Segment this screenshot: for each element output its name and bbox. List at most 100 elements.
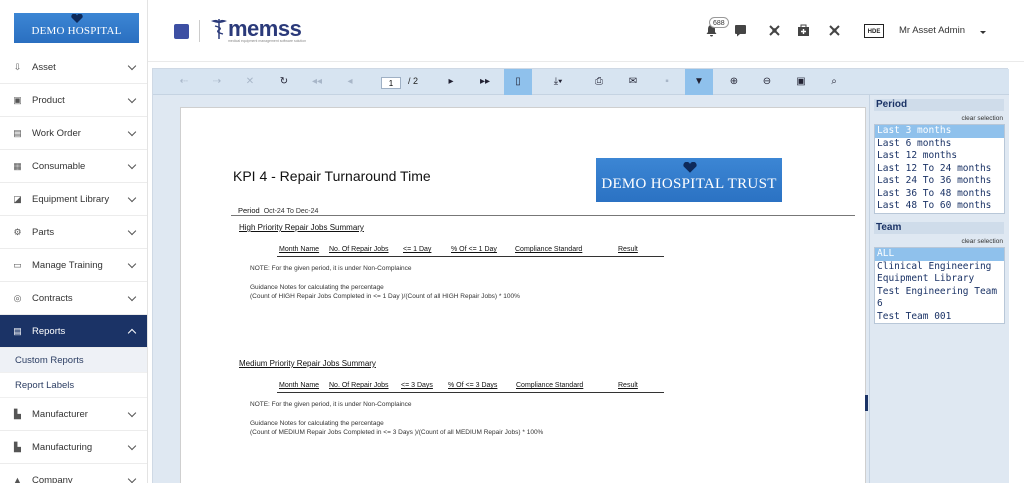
period-option[interactable]: Last 36 To 48 months xyxy=(875,188,1004,201)
chevron-down-icon[interactable] xyxy=(127,226,137,236)
column-header: <= 1 Day xyxy=(403,246,432,253)
search-icon[interactable]: ⌕ xyxy=(825,73,843,91)
email-icon[interactable]: ✉ xyxy=(624,73,642,91)
sidebar-item-manufacturing[interactable]: ▙ Manufacturing xyxy=(0,431,147,464)
sidebar-item-label: Manufacturer xyxy=(32,408,88,420)
chevron-down-icon[interactable] xyxy=(127,193,137,203)
settings-tools-icon[interactable] xyxy=(827,24,841,38)
sidebar-item-label: Company xyxy=(32,474,73,483)
table-rule xyxy=(277,256,664,257)
column-header: Month Name xyxy=(279,382,320,389)
report-title: KPI 4 - Repair Turnaround Time xyxy=(233,168,431,184)
user-name[interactable]: Mr Asset Admin xyxy=(899,25,965,36)
chevron-down-icon[interactable] xyxy=(127,160,137,170)
period-option[interactable]: Last 48 To 60 months xyxy=(875,200,1004,213)
first-page-icon[interactable]: ◂◂ xyxy=(308,73,326,91)
team-option[interactable]: Test Engineering Team xyxy=(875,286,1004,299)
asset-icon: ⇩ xyxy=(13,61,22,72)
high-guidance-formula: (Count of HIGH Repair Jobs Completed in … xyxy=(250,293,520,300)
caduceus-icon xyxy=(211,19,227,39)
fit-page-icon[interactable]: ▣ xyxy=(792,73,810,91)
medium-priority-title: Medium Priority Repair Jobs Summary xyxy=(239,359,376,368)
sidebar-item-parts[interactable]: ⚙ Parts xyxy=(0,216,147,249)
hospital-logo[interactable]: DEMO HOSPITAL TRUST xyxy=(14,13,139,73)
team-listbox: ALL Clinical Engineering Equipment Library… xyxy=(874,247,1005,324)
sidebar-item-work-order[interactable]: ▤ Work Order xyxy=(0,117,147,150)
sidebar-item-equipment-library[interactable]: ◪ Equipment Library xyxy=(0,183,147,216)
period-label: Period xyxy=(238,206,260,215)
sidebar-subitem-custom-reports[interactable]: Custom Reports xyxy=(0,348,147,373)
sidebar-item-asset[interactable]: ⇩ Asset xyxy=(0,51,147,84)
menu-toggle-button[interactable] xyxy=(174,24,189,39)
period-option[interactable]: Last 12 To 24 months xyxy=(875,163,1004,176)
filter-icon[interactable]: ▼ xyxy=(685,69,713,95)
chevron-down-icon[interactable] xyxy=(127,408,137,418)
manufacturer-icon: ▙ xyxy=(14,408,21,419)
medium-guidance-title: Guidance Notes for calculating the perce… xyxy=(250,420,384,427)
sidebar-item-reports[interactable]: ▤ Reports xyxy=(0,315,147,348)
zoom-in-icon[interactable]: ⊕ xyxy=(725,73,743,91)
panel-splitter-handle[interactable] xyxy=(865,395,868,411)
page-number-input[interactable] xyxy=(381,77,401,89)
company-icon: ▲ xyxy=(13,475,22,483)
team-option[interactable]: Clinical Engineering xyxy=(875,261,1004,274)
table-rule xyxy=(277,392,664,393)
chevron-down-icon[interactable] xyxy=(980,31,986,34)
chevron-down-icon[interactable] xyxy=(127,127,137,137)
print-icon[interactable]: ⎙ xyxy=(590,73,608,91)
tools-icon[interactable] xyxy=(767,24,781,38)
next-page-icon[interactable]: ▸ xyxy=(442,73,460,91)
sidebar-item-consumable[interactable]: ▦ Consumable xyxy=(0,150,147,183)
period-option[interactable]: Last 12 months xyxy=(875,150,1004,163)
team-clear-selection[interactable]: clear selection xyxy=(961,238,1003,245)
last-page-icon[interactable]: ▸▸ xyxy=(476,73,494,91)
top-header: memss medical equipment management softw… xyxy=(148,0,1024,62)
team-option[interactable]: ALL xyxy=(875,248,1004,261)
column-header: Compliance Standard xyxy=(515,246,583,253)
reports-icon: ▤ xyxy=(13,325,22,336)
memss-logo[interactable]: memss medical equipment management softw… xyxy=(208,16,318,46)
heart-logo-icon xyxy=(683,162,697,173)
message-icon[interactable] xyxy=(733,24,747,38)
chevron-down-icon[interactable] xyxy=(127,61,137,71)
forward-icon[interactable]: ⇢ xyxy=(208,73,226,91)
report-logo-text: DEMO HOSPITAL TRUST xyxy=(601,176,777,192)
sidebar-item-manage-training[interactable]: ▭ Manage Training xyxy=(0,249,147,282)
team-option[interactable]: Equipment Library xyxy=(875,273,1004,286)
sidebar-item-product[interactable]: ▣ Product xyxy=(0,84,147,117)
user-avatar[interactable]: HDE xyxy=(864,24,884,38)
chevron-down-icon[interactable] xyxy=(127,292,137,302)
parts-icon: ⚙ xyxy=(13,226,22,237)
sidebar-item-label: Equipment Library xyxy=(32,193,110,205)
back-icon[interactable]: ⇠ xyxy=(175,73,193,91)
chevron-down-icon[interactable] xyxy=(127,94,137,104)
report-hospital-logo: DEMO HOSPITAL TRUST xyxy=(596,158,782,202)
team-option[interactable]: Test Team 001 xyxy=(875,311,1004,324)
save-icon[interactable]: ▪ xyxy=(658,73,676,91)
period-clear-selection[interactable]: clear selection xyxy=(961,115,1003,122)
export-icon[interactable]: ⤓▾ xyxy=(545,73,571,91)
previous-page-icon[interactable]: ◂ xyxy=(341,73,359,91)
refresh-icon[interactable]: ↻ xyxy=(275,73,293,91)
page-view-icon[interactable]: ▯ xyxy=(504,69,532,95)
chevron-down-icon[interactable] xyxy=(127,474,137,483)
sidebar-item-label: Reports xyxy=(32,325,66,337)
medical-bag-icon[interactable] xyxy=(796,24,810,38)
period-option[interactable]: Last 24 To 36 months xyxy=(875,175,1004,188)
period-option[interactable]: Last 6 months xyxy=(875,138,1004,151)
training-icon: ▭ xyxy=(13,259,22,270)
chevron-down-icon[interactable] xyxy=(127,328,137,338)
stop-icon[interactable]: ✕ xyxy=(241,73,259,91)
sidebar-item-manufacturer[interactable]: ▙ Manufacturer xyxy=(0,398,147,431)
column-header: Compliance Standard xyxy=(516,382,584,389)
sidebar-item-contracts[interactable]: ◎ Contracts xyxy=(0,282,147,315)
period-option[interactable]: Last 3 months xyxy=(875,125,1004,138)
sidebar-item-label: Contracts xyxy=(32,292,73,304)
sidebar-subitem-report-labels[interactable]: Report Labels xyxy=(0,373,147,398)
team-option[interactable]: 6 xyxy=(875,298,1004,311)
zoom-out-icon[interactable]: ⊖ xyxy=(758,73,776,91)
chevron-down-icon[interactable] xyxy=(127,441,137,451)
chevron-down-icon[interactable] xyxy=(127,259,137,269)
sidebar-item-company[interactable]: ▲ Company xyxy=(0,464,147,483)
equipment-library-icon: ◪ xyxy=(13,193,22,204)
